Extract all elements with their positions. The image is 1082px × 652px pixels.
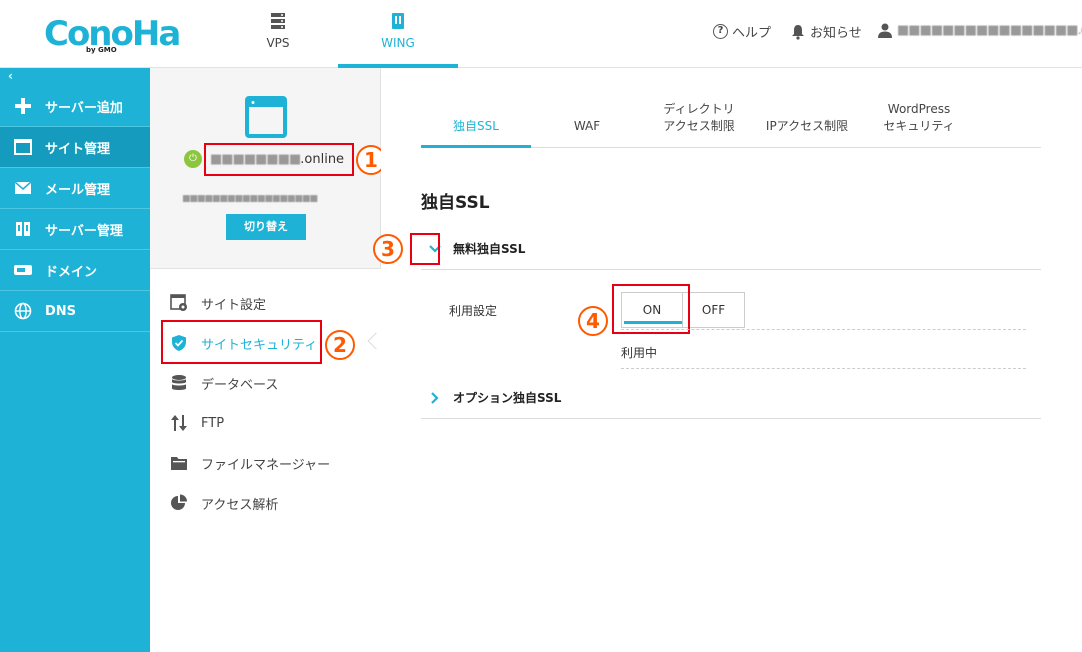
annotation-box-3 [410,233,440,265]
tab-waf[interactable]: WAF [533,95,641,147]
annotation-box-2 [161,320,322,364]
conoha-logo[interactable]: ConoHa by GMO [44,14,181,56]
menu-item-access-analytics[interactable]: アクセス解析 [150,483,381,523]
ssl-status: 利用中 [621,346,658,360]
menu-item-label: サイト設定 [201,297,267,313]
sidebar-item-label: ドメイン [45,264,98,280]
sidebar-item-label: サイト管理 [45,141,111,157]
menu-item-label: FTP [201,415,225,431]
sidebar-item-dns[interactable]: DNS [0,291,150,332]
nav-vps[interactable]: VPS [240,0,316,68]
sidebar-item-label: サーバー追加 [45,100,123,116]
transfer-icon [170,414,188,432]
globe-icon [12,302,34,320]
menu-item-ftp[interactable]: FTP [150,403,381,443]
server-manage-icon [12,220,34,238]
free-ssl-accordion-header[interactable]: 無料独自SSL [421,228,1041,270]
sidebar-item-label: DNS [45,303,77,319]
menu-item-label: データベース [201,377,279,393]
sidebar-item-site-management[interactable]: サイト管理 [0,127,150,168]
mail-icon [12,179,34,197]
help-link[interactable]: ? ヘルプ [713,22,771,41]
news-label: お知らせ [810,26,862,41]
annotation-circle-4: 4 [578,306,608,336]
option-ssl-title: オプション独自SSL [453,391,562,405]
divider [621,368,1026,369]
free-ssl-title: 無料独自SSL [453,242,526,256]
main-content: 独自SSL WAF ディレクトリ アクセス制限 IPアクセス制限 WordPre… [373,68,1082,652]
server-icon [271,13,285,29]
pie-chart-icon [170,494,188,512]
annotation-circle-3: 3 [373,234,403,264]
sidebar-item-server-management[interactable]: サーバー管理 [0,209,150,250]
sidebar-item-label: メール管理 [45,182,111,198]
annotation-circle-2: 2 [325,330,355,360]
annotation-box-1 [204,143,354,176]
question-icon: ? [713,24,728,39]
news-link[interactable]: お知らせ [790,22,862,41]
power-icon: ⏻ [184,150,202,168]
usage-setting-label: 利用設定 [449,304,498,318]
divider [621,329,1026,330]
bell-icon [792,24,804,40]
window-icon [12,138,34,156]
tab-wordpress-security[interactable]: WordPress セキュリティ [865,95,973,147]
site-settings-icon [170,294,188,312]
sidebar-item-domain[interactable]: ドメイン [0,250,150,291]
domain-icon [12,261,34,279]
toggle-off-button[interactable]: OFF [683,293,744,327]
help-label: ヘルプ [732,26,772,41]
site-summary: ⏻ ■■■■■■■■.online 1 ■■■■■■■■■■■■■■■■■■ 切… [150,68,386,268]
tab-ssl[interactable]: 独自SSL [421,95,531,148]
nav-wing-label: WING [381,36,415,50]
menu-item-database[interactable]: データベース [150,363,381,403]
top-bar: ConoHa by GMO VPS WING ? ヘルプ お知らせ ■■■■■■… [0,0,1082,68]
folder-icon [170,454,188,472]
tab-directory-access[interactable]: ディレクトリ アクセス制限 [645,95,753,147]
security-tabs: 独自SSL WAF ディレクトリ アクセス制限 IPアクセス制限 WordPre… [421,96,1041,148]
logo-subtext: by GMO [86,46,117,54]
menu-item-label: アクセス解析 [201,497,279,513]
menu-item-file-manager[interactable]: ファイルマネージャー [150,443,381,483]
building-icon [392,13,404,29]
database-icon [170,374,188,392]
site-window-icon [245,96,287,138]
site-panel: ⏻ ■■■■■■■■.online 1 ■■■■■■■■■■■■■■■■■■ 切… [150,68,386,652]
sidebar-collapse-button[interactable]: ‹ [0,68,150,86]
main-sidebar: ‹ サーバー追加 サイト管理 メール管理 サーバー管理 ドメイン DNS [0,68,150,652]
switch-site-button[interactable]: 切り替え [226,214,306,240]
section-title: 独自SSL [421,193,490,213]
plus-icon [12,97,34,115]
tab-ip-access[interactable]: IPアクセス制限 [753,95,861,147]
menu-item-site-settings[interactable]: サイト設定 [150,283,381,323]
option-ssl-accordion-header[interactable]: オプション独自SSL [421,377,1041,419]
user-email: ■■■■■■■■■■■■■■■■.com [897,22,1082,38]
nav-wing[interactable]: WING [338,0,458,68]
site-subdomain: ■■■■■■■■■■■■■■■■■■ [182,194,318,204]
user-icon [878,23,892,38]
menu-item-label: ファイルマネージャー [201,457,331,473]
chevron-right-icon[interactable] [421,384,449,412]
user-menu[interactable]: ■■■■■■■■■■■■■■■■.com ⌵ [877,22,1082,38]
sidebar-item-mail[interactable]: メール管理 [0,168,150,209]
sidebar-item-label: サーバー管理 [45,223,123,239]
sidebar-item-add-server[interactable]: サーバー追加 [0,86,150,127]
nav-vps-label: VPS [266,36,290,50]
annotation-box-4 [612,284,690,334]
